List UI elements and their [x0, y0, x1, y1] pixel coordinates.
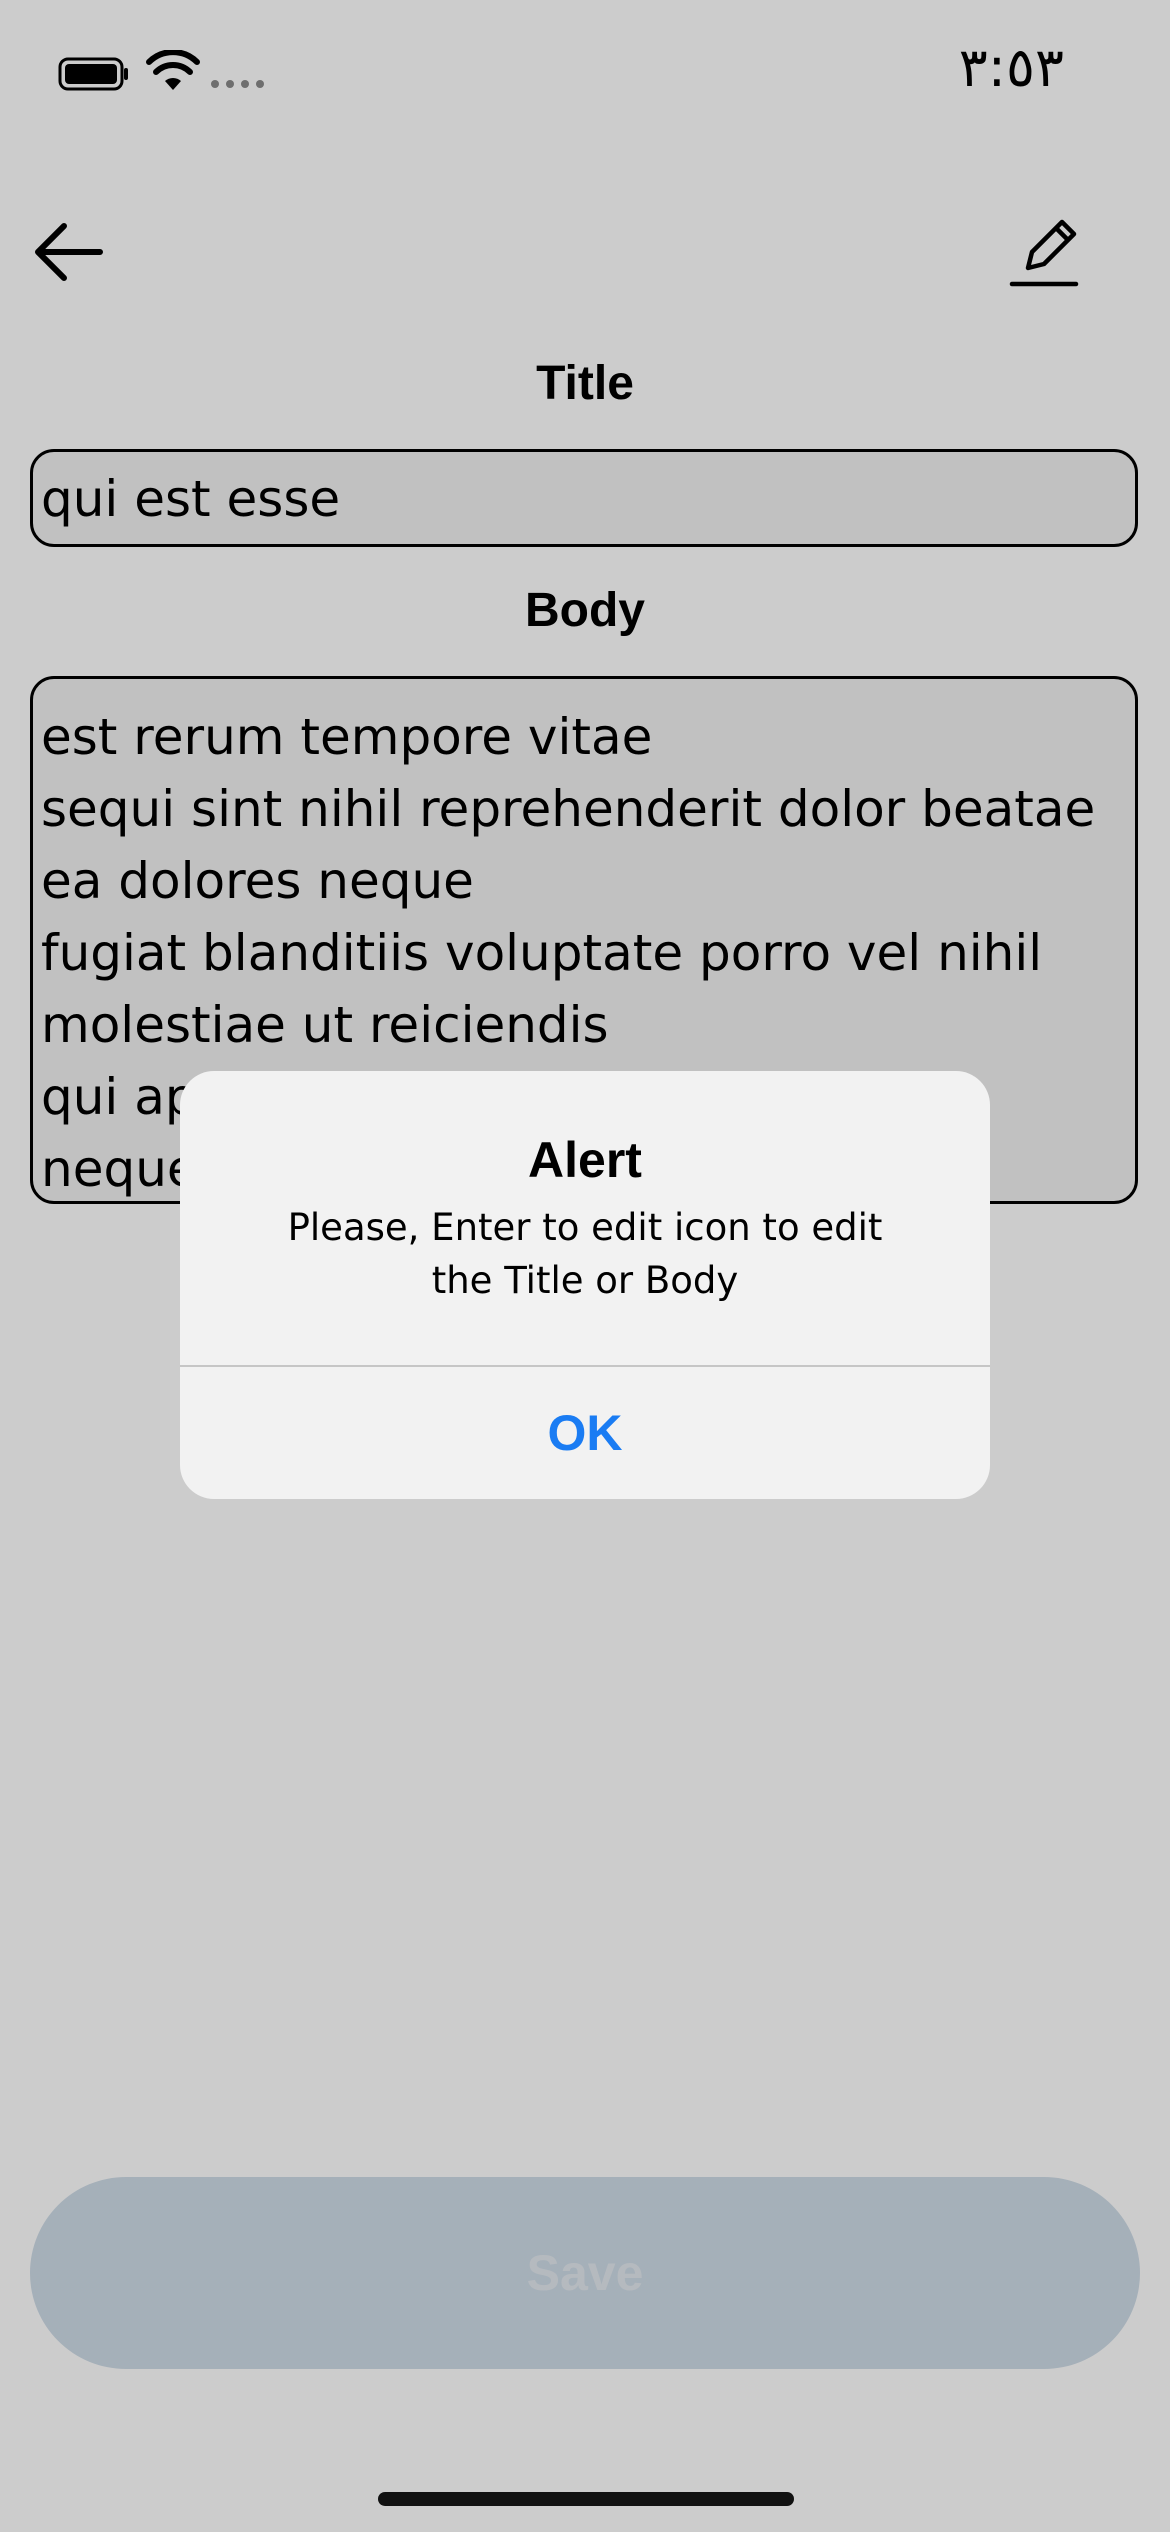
- alert-dialog: Alert Please, Enter to edit icon to edit…: [180, 1071, 990, 1499]
- alert-ok-button[interactable]: OK: [180, 1367, 990, 1499]
- alert-title: Alert: [528, 1132, 642, 1188]
- alert-message: Please, Enter to edit icon to edit the T…: [287, 1206, 883, 1302]
- home-indicator[interactable]: [378, 2492, 794, 2506]
